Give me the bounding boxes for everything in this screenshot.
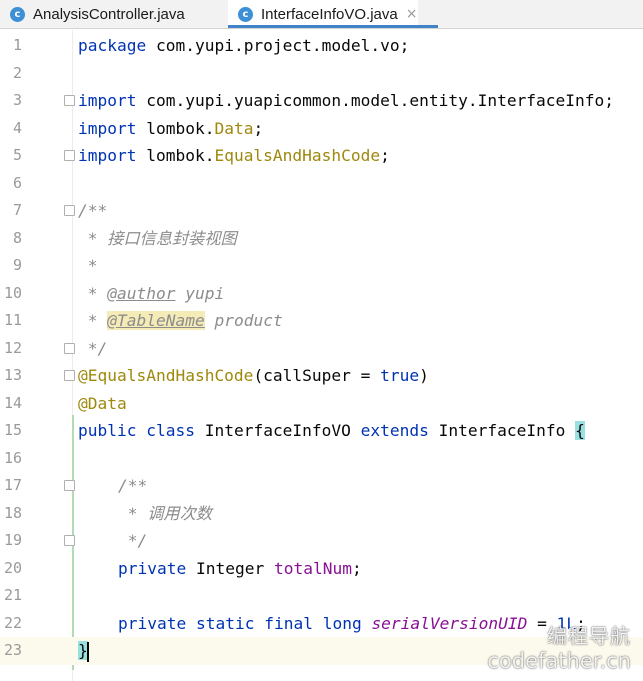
code-line: 4 import lombok.Data;: [0, 115, 643, 143]
line-content: @EqualsAndHashCode(callSuper = true): [78, 366, 429, 385]
code-line: 20 private Integer totalNum;: [0, 555, 643, 583]
line-number: 3: [12, 91, 22, 109]
code-line: 6: [0, 170, 643, 198]
tab-interface-info-vo[interactable]: c InterfaceInfoVO.java ×: [228, 0, 418, 28]
code-line: 2: [0, 60, 643, 88]
line-content: * 接口信息封装视图: [78, 228, 237, 248]
line-content: * @TableName product: [78, 311, 283, 330]
code-line: 19 */: [0, 527, 643, 555]
code-line: 17 /**: [0, 472, 643, 500]
code-line: 1 package com.yupi.project.model.vo;: [0, 32, 643, 60]
line-number: 11: [3, 311, 22, 329]
fold-icon[interactable]: [64, 370, 75, 381]
code-line: 14 @Data: [0, 390, 643, 418]
line-number: 10: [3, 283, 22, 302]
fold-icon[interactable]: [64, 150, 75, 161]
line-number: 15: [3, 421, 22, 439]
line-number: 1: [12, 36, 22, 54]
class-icon: c: [238, 6, 253, 22]
line-number: 18: [3, 503, 22, 522]
line-number: 14: [3, 393, 22, 412]
code-line: 16: [0, 445, 643, 473]
line-content: public class InterfaceInfoVO extends Int…: [78, 421, 585, 440]
line-number: 9: [12, 256, 22, 274]
fold-icon[interactable]: [64, 95, 75, 106]
line-content: import lombok.Data;: [78, 118, 264, 138]
fold-icon[interactable]: [64, 535, 75, 546]
close-tab-icon[interactable]: ×: [406, 6, 418, 22]
line-number: 7: [12, 201, 22, 219]
class-icon: c: [10, 6, 25, 22]
code-line: 10 * @author yupi: [0, 280, 643, 308]
fold-icon[interactable]: [64, 480, 75, 491]
line-number: 12: [3, 338, 22, 357]
matching-brace: {: [575, 421, 585, 440]
code-line: 3 import com.yupi.yuapicommon.model.enti…: [0, 87, 643, 115]
line-number: 6: [12, 173, 22, 192]
line-number: 13: [3, 366, 22, 384]
tab-label: AnalysisController.java: [33, 5, 185, 23]
line-content: */: [118, 531, 148, 550]
line-number: 4: [12, 118, 22, 137]
code-line: 18 * 调用次数: [0, 500, 643, 528]
line-content: * 调用次数: [118, 503, 212, 523]
line-content: }: [78, 637, 89, 665]
text-caret: [86, 641, 89, 662]
code-line: 11 * @TableName product: [0, 307, 643, 335]
active-tab-indicator: [228, 25, 438, 28]
line-number: 23: [3, 641, 22, 659]
line-number: 21: [3, 586, 22, 604]
line-content: /**: [118, 476, 148, 495]
line-content: import com.yupi.yuapicommon.model.entity…: [78, 91, 615, 110]
line-number: 5: [12, 146, 22, 164]
line-number: 20: [3, 558, 22, 577]
line-number: 16: [3, 448, 22, 467]
tab-analysis-controller[interactable]: c AnalysisController.java: [10, 0, 185, 28]
code-line: 12 */: [0, 335, 643, 363]
editor-tab-bar: c AnalysisController.java c InterfaceInf…: [0, 0, 643, 29]
code-editor[interactable]: 1 package com.yupi.project.model.vo; 2 3…: [0, 30, 643, 681]
line-number: 2: [12, 63, 22, 82]
code-line: 15 public class InterfaceInfoVO extends …: [0, 417, 643, 445]
line-content: /**: [78, 201, 108, 220]
line-content: * @author yupi: [78, 283, 225, 303]
line-number: 19: [3, 531, 22, 549]
watermark: 编程导航 codefather.cn: [487, 624, 631, 673]
line-content: package com.yupi.project.model.vo;: [78, 36, 410, 55]
line-content: *: [78, 256, 98, 275]
line-content: import lombok.EqualsAndHashCode;: [78, 146, 390, 165]
code-line: 7 /**: [0, 197, 643, 225]
fold-icon[interactable]: [64, 342, 75, 354]
code-line: 8 * 接口信息封装视图: [0, 225, 643, 253]
line-content: */: [78, 338, 108, 358]
fold-icon[interactable]: [64, 205, 75, 216]
code-line: 9 *: [0, 252, 643, 280]
code-line: 13 @EqualsAndHashCode(callSuper = true): [0, 362, 643, 390]
code-line: 5 import lombok.EqualsAndHashCode;: [0, 142, 643, 170]
tab-label: InterfaceInfoVO.java: [261, 5, 398, 23]
line-number: 22: [3, 613, 22, 632]
line-content: private Integer totalNum;: [118, 558, 362, 578]
line-number: 17: [3, 476, 22, 494]
line-content: @Data: [78, 393, 127, 413]
line-number: 8: [12, 228, 22, 247]
code-line: 21: [0, 582, 643, 610]
